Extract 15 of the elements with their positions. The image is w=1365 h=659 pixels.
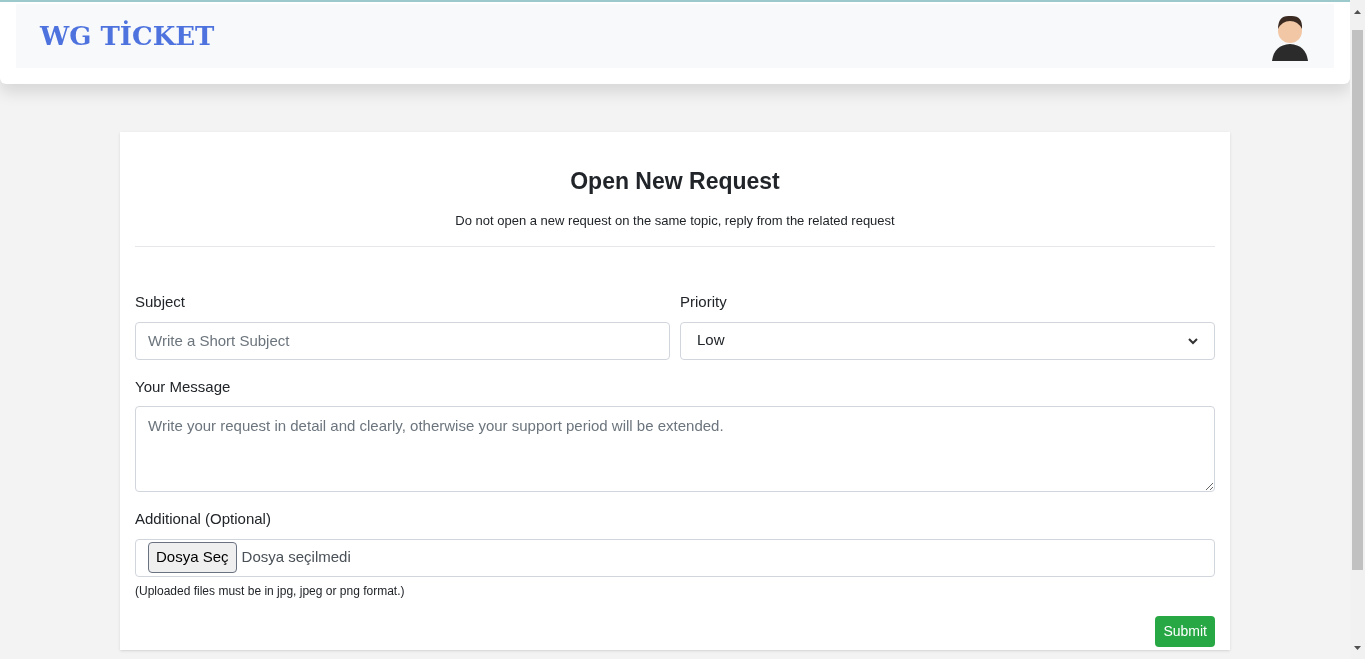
choose-file-button[interactable]: Dosya Seç	[148, 542, 237, 573]
priority-label: Priority	[680, 292, 728, 312]
form-title: Open New Request	[570, 167, 780, 196]
file-status: Dosya seçilmedi	[241, 547, 351, 568]
subject-label: Subject	[135, 292, 187, 312]
subject-field[interactable]: Write a Short Subject	[135, 321, 670, 360]
priority-dropdown[interactable]: Low	[680, 321, 1215, 360]
logo[interactable]: WG TİCKET	[40, 16, 215, 56]
chevron-icon	[1188, 336, 1198, 345]
attachment-label: Additional (Optional)	[135, 509, 272, 529]
form-subtitle: Do not open a new request on the same topic, reply from the related request	[455, 211, 895, 230]
message-field[interactable]: Write your request in detail and clearly, otherwise your support period will be extended.	[135, 406, 1215, 492]
message-label: Your Message	[135, 376, 232, 397]
file-field[interactable]: Dosya Seç Dosya seçilmedi	[135, 538, 1215, 577]
file-hint: (Uploaded files must be in jpg, jpeg or png format.)	[135, 582, 406, 600]
